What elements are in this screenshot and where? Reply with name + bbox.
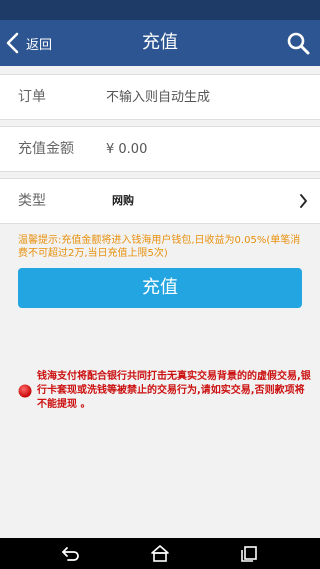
- amount-row: 充值金额: [0, 126, 320, 172]
- order-label: 订单: [18, 89, 46, 105]
- warning-text: 钱海支付将配合银行共同打击无真实交易背景的的虚假交易,银行卡套现或洗钱等被禁止的…: [37, 371, 311, 410]
- order-input[interactable]: [106, 85, 296, 109]
- status-bar: [0, 0, 320, 20]
- recharge-button[interactable]: 充值: [18, 268, 302, 308]
- amount-label: 充值金额: [18, 141, 74, 157]
- warning-notice: 钱海支付将配合银行共同打击无真实交易背景的的虚假交易,银行卡套现或洗钱等被禁止的…: [18, 370, 311, 420]
- order-row: 订单: [0, 74, 320, 120]
- recents-icon[interactable]: [238, 543, 260, 563]
- type-value: 网购: [112, 194, 134, 207]
- tip-text: 温馨提示:充值金额将进入钱海用户钱包,日收益为0.05%(单笔消费不可超过2万,…: [18, 235, 301, 259]
- app-bar: 充值 返回: [0, 20, 320, 66]
- red-dot-icon: [18, 384, 32, 398]
- chevron-left-icon: [6, 32, 19, 54]
- amount-input[interactable]: [106, 137, 296, 161]
- home-icon[interactable]: [149, 543, 171, 563]
- type-row[interactable]: 类型 网购: [0, 178, 320, 224]
- chevron-right-icon: [300, 194, 307, 208]
- back-arrow-icon[interactable]: [59, 543, 81, 563]
- type-label: 类型: [18, 193, 46, 209]
- system-nav-bar: [0, 538, 320, 569]
- search-icon[interactable]: [286, 31, 310, 55]
- back-button[interactable]: 返回: [4, 20, 52, 66]
- back-label: 返回: [26, 37, 53, 53]
